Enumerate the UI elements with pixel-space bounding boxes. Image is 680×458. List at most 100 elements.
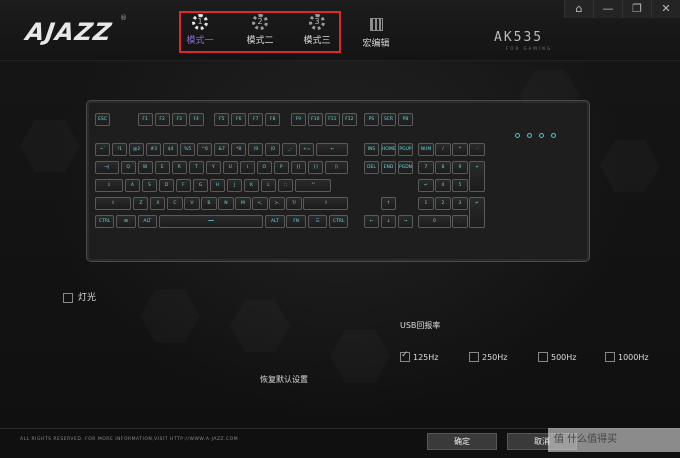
keyboard-key[interactable]: ← bbox=[316, 143, 349, 156]
usb-option-500hz[interactable]: 500Hz bbox=[538, 352, 576, 362]
keyboard-key[interactable]: H bbox=[209, 179, 226, 192]
keyboard-key[interactable]: 9 bbox=[452, 161, 468, 174]
lighting-option[interactable]: 灯光 bbox=[63, 290, 96, 303]
keyboard-key[interactable]: ⇧ bbox=[95, 197, 132, 210]
keyboard-key[interactable]: Y bbox=[205, 161, 221, 174]
keyboard-key[interactable]: P bbox=[273, 161, 289, 174]
keyboard-key[interactable]: C bbox=[167, 197, 183, 210]
keyboard-key[interactable]: PS bbox=[363, 113, 380, 126]
keyboard-key[interactable]: K bbox=[243, 179, 260, 192]
keyboard-key[interactable]: NUM bbox=[418, 143, 434, 156]
restore-icon[interactable]: ❐ bbox=[622, 0, 651, 18]
keyboard-key[interactable]: F5 bbox=[214, 113, 230, 126]
keyboard-key[interactable]: F1 bbox=[137, 113, 153, 126]
keyboard-key[interactable]: PGDN bbox=[397, 161, 414, 174]
keyboard-key[interactable]: U bbox=[222, 161, 238, 174]
keyboard-key[interactable]: ↵ bbox=[418, 179, 434, 192]
keyboard-key[interactable]: →| bbox=[95, 161, 119, 174]
keyboard-key[interactable]: *8 bbox=[231, 143, 247, 156]
keyboard-key[interactable]: <, bbox=[252, 197, 268, 210]
keyboard-key[interactable]: F10 bbox=[307, 113, 323, 126]
keyboard-key[interactable]: )0 bbox=[265, 143, 281, 156]
keyboard-key[interactable]: - bbox=[469, 143, 485, 156]
keyboard-key[interactable]: F4 bbox=[188, 113, 204, 126]
keyboard-key[interactable]: PGUP bbox=[397, 143, 414, 156]
keyboard-key[interactable]: &7 bbox=[214, 143, 230, 156]
keyboard-key[interactable]: ⇩ bbox=[95, 179, 123, 192]
keyboard-key[interactable]: I bbox=[239, 161, 255, 174]
keyboard-key[interactable]: F9 bbox=[290, 113, 306, 126]
keyboard-key[interactable]: E bbox=[154, 161, 170, 174]
keyboard-key[interactable]: X bbox=[150, 197, 166, 210]
keyboard-key[interactable]: F3 bbox=[171, 113, 187, 126]
minimize-icon[interactable]: — bbox=[593, 0, 622, 18]
keyboard-key[interactable]: ← bbox=[363, 215, 380, 228]
keyboard-key[interactable]: / bbox=[435, 143, 451, 156]
keyboard-key[interactable]: ?/ bbox=[286, 197, 302, 210]
keyboard-key[interactable]: 1 bbox=[418, 197, 434, 210]
keyboard-key[interactable]: !1 bbox=[112, 143, 128, 156]
keyboard-key[interactable]: S bbox=[141, 179, 157, 192]
usb-1000hz-checkbox[interactable] bbox=[605, 352, 615, 362]
keyboard-key[interactable]: PB bbox=[397, 113, 414, 126]
mode-three-button[interactable]: 3 模式三 bbox=[294, 14, 340, 46]
keyboard-key[interactable]: W bbox=[137, 161, 153, 174]
keyboard-key[interactable]: ^6 bbox=[197, 143, 213, 156]
keyboard-key[interactable]: 3 bbox=[452, 197, 468, 210]
usb-option-250hz[interactable]: 250Hz bbox=[469, 352, 507, 362]
keyboard-key[interactable]: F bbox=[175, 179, 192, 192]
keyboard-key[interactable]: ↵ bbox=[469, 197, 485, 228]
keyboard-key[interactable]: @2 bbox=[129, 143, 145, 156]
keyboard-key[interactable]: F8 bbox=[265, 113, 281, 126]
keyboard-key[interactable]: F6 bbox=[231, 113, 247, 126]
keyboard-key[interactable]: F11 bbox=[324, 113, 340, 126]
keyboard-key[interactable]: ALT bbox=[265, 215, 285, 228]
keyboard-key[interactable]: T bbox=[188, 161, 204, 174]
keyboard-key[interactable]: ALT bbox=[137, 215, 157, 228]
keyboard-key[interactable]: $4 bbox=[163, 143, 179, 156]
keyboard-key[interactable]: Z bbox=[133, 197, 149, 210]
home-icon[interactable]: ⌂ bbox=[564, 0, 593, 18]
keyboard-key[interactable]: 8 bbox=[435, 161, 451, 174]
keyboard-key[interactable]: V bbox=[184, 197, 200, 210]
lighting-checkbox[interactable] bbox=[63, 292, 73, 303]
keyboard-key[interactable]: }] bbox=[307, 161, 323, 174]
keyboard-key[interactable]: ESC bbox=[95, 113, 111, 126]
usb-option-125hz[interactable]: 125Hz bbox=[400, 350, 438, 362]
keyboard-key[interactable]: ⊞ bbox=[116, 215, 136, 228]
keyboard-key[interactable]: :; bbox=[277, 179, 294, 192]
mode-two-button[interactable]: 2 模式二 bbox=[237, 14, 283, 46]
keyboard-key[interactable]: #3 bbox=[146, 143, 162, 156]
keyboard-key[interactable]: D bbox=[158, 179, 174, 192]
keyboard-key[interactable]: R bbox=[171, 161, 187, 174]
keyboard-key[interactable]: END bbox=[380, 161, 397, 174]
keyboard-key[interactable]: ☰ bbox=[307, 215, 328, 228]
keyboard-key[interactable]: F7 bbox=[248, 113, 264, 126]
keyboard-key[interactable]: Q bbox=[120, 161, 136, 174]
usb-option-1000hz[interactable]: 1000Hz bbox=[605, 352, 649, 362]
keyboard-key[interactable]: A bbox=[124, 179, 140, 192]
keyboard-key[interactable]: → bbox=[397, 215, 414, 228]
keyboard-key[interactable]: DEL bbox=[363, 161, 380, 174]
keyboard-key[interactable]: |\ bbox=[324, 161, 349, 174]
keyboard-key[interactable]: "' bbox=[294, 179, 332, 192]
keyboard-key[interactable]: 5 bbox=[452, 179, 468, 192]
keyboard-key[interactable]: FN bbox=[286, 215, 306, 228]
keyboard-key[interactable]: CTRL bbox=[329, 215, 349, 228]
keyboard-key[interactable]: {[ bbox=[290, 161, 306, 174]
keyboard-key[interactable]: 4 bbox=[435, 179, 451, 192]
keyboard-key[interactable]: N bbox=[218, 197, 234, 210]
keyboard-key[interactable]: _- bbox=[282, 143, 298, 156]
keyboard-key[interactable]: B bbox=[201, 197, 217, 210]
keyboard-key[interactable]: + bbox=[469, 161, 485, 192]
macro-editor-button[interactable]: 宏编辑 bbox=[360, 18, 392, 49]
keyboard-key[interactable]: >. bbox=[269, 197, 285, 210]
keyboard-key[interactable]: %5 bbox=[180, 143, 196, 156]
close-icon[interactable]: ✕ bbox=[651, 0, 680, 18]
keyboard-key[interactable]: ~` bbox=[95, 143, 111, 156]
confirm-button[interactable]: 确定 bbox=[427, 433, 497, 450]
keyboard-key[interactable]: ↑ bbox=[380, 197, 397, 210]
keyboard-key[interactable]: G bbox=[192, 179, 209, 192]
usb-250hz-checkbox[interactable] bbox=[469, 352, 479, 362]
keyboard-key[interactable]: 7 bbox=[418, 161, 434, 174]
